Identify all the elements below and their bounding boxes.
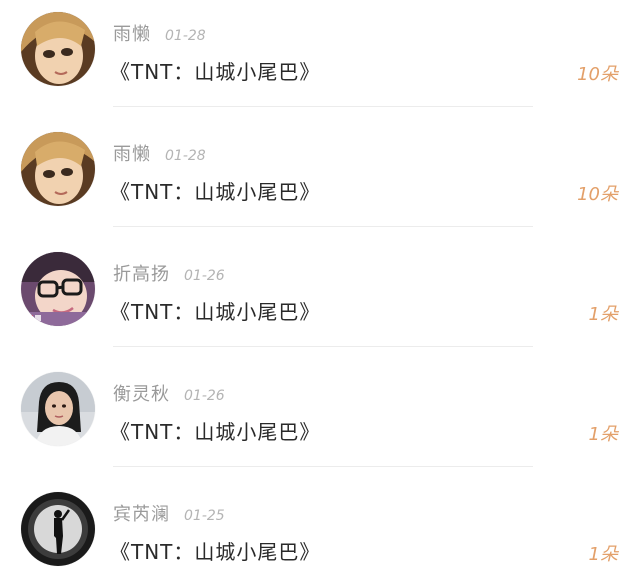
record-date: 01-26 (184, 268, 225, 284)
username[interactable]: 折高扬 (113, 260, 170, 286)
record-meta: 折高扬 01-26 (113, 260, 225, 286)
gift-count: 10朵 (577, 184, 618, 205)
gift-record-row[interactable]: 衡灵秋 01-26 《TNT：山城小尾巴》 1朵 (0, 360, 640, 480)
record-date: 01-28 (165, 28, 206, 44)
username[interactable]: 雨懒 (113, 20, 151, 46)
gift-count: 10朵 (577, 64, 618, 85)
gift-record-row[interactable]: 雨懒 01-28 《TNT：山城小尾巴》 10朵 (0, 0, 640, 120)
divider (113, 346, 533, 347)
username[interactable]: 宾芮澜 (113, 500, 170, 526)
record-meta: 衡灵秋 01-26 (113, 380, 225, 406)
avatar-girl-photo-icon[interactable] (21, 372, 95, 446)
divider (113, 106, 533, 107)
record-date: 01-25 (184, 508, 225, 524)
gift-count: 1朵 (588, 424, 618, 445)
divider (113, 466, 533, 467)
gift-record-list: 雨懒 01-28 《TNT：山城小尾巴》 10朵 雨懒 01-28 《TNT：山… (0, 0, 640, 587)
username[interactable]: 衡灵秋 (113, 380, 170, 406)
gift-title: 《TNT：山城小尾巴》 (110, 420, 321, 444)
avatar-blonde-girl-icon[interactable] (21, 132, 95, 206)
gift-record-row[interactable]: 雨懒 01-28 《TNT：山城小尾巴》 10朵 (0, 120, 640, 240)
gift-title: 《TNT：山城小尾巴》 (110, 540, 321, 564)
avatar-blonde-girl-icon[interactable] (21, 12, 95, 86)
record-meta: 宾芮澜 01-25 (113, 500, 225, 526)
avatar-glasses-girl-icon[interactable] (21, 252, 95, 326)
gift-record-row[interactable]: 折高扬 01-26 《TNT：山城小尾巴》 1朵 (0, 240, 640, 360)
gift-title: 《TNT：山城小尾巴》 (110, 180, 321, 204)
gift-count: 1朵 (588, 544, 618, 565)
gift-title: 《TNT：山城小尾巴》 (110, 60, 321, 84)
gift-count: 1朵 (588, 304, 618, 325)
gift-record-row[interactable]: 宾芮澜 01-25 《TNT：山城小尾巴》 1朵 (0, 480, 640, 587)
avatar-silhouette-icon[interactable] (21, 492, 95, 566)
gift-title: 《TNT：山城小尾巴》 (110, 300, 321, 324)
record-meta: 雨懒 01-28 (113, 140, 206, 166)
divider (113, 226, 533, 227)
record-date: 01-28 (165, 148, 206, 164)
record-date: 01-26 (184, 388, 225, 404)
record-meta: 雨懒 01-28 (113, 20, 206, 46)
username[interactable]: 雨懒 (113, 140, 151, 166)
